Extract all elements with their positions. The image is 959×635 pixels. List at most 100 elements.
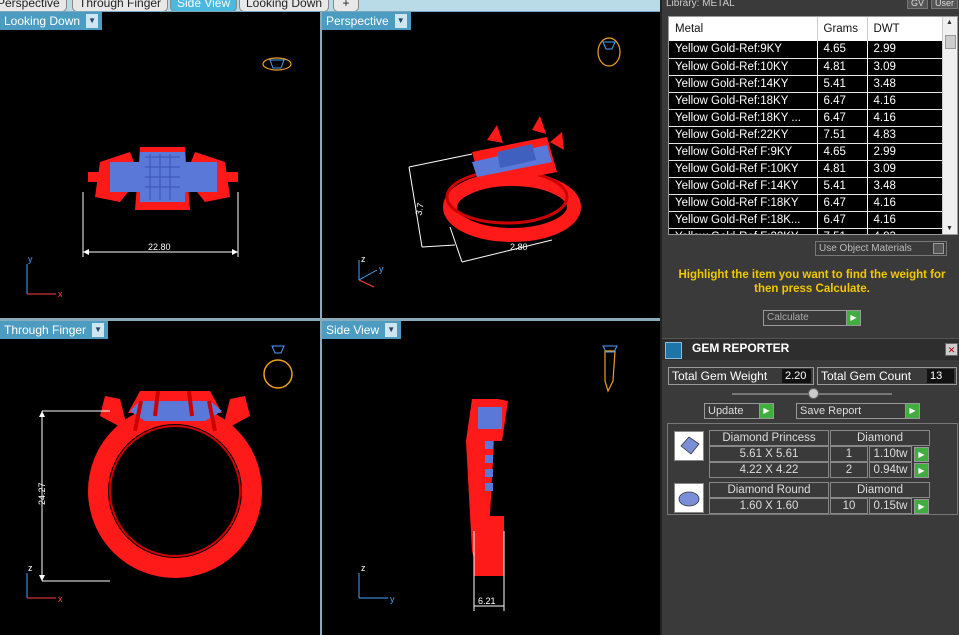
round-gem-icon — [674, 483, 704, 513]
table-row[interactable]: Yellow Gold-Ref:22KY 7.51 4.83 — [669, 126, 944, 144]
use-object-materials-checkbox[interactable]: Use Object Materials — [815, 241, 947, 256]
user-button[interactable]: User — [930, 0, 958, 9]
slider-knob[interactable] — [808, 388, 819, 399]
scroll-up-icon[interactable]: ▲ — [946, 19, 953, 26]
viewport-label-side-view[interactable]: Side View ▼ — [322, 321, 402, 339]
play-arrow-icon[interactable]: ▶ — [914, 463, 929, 478]
table-row[interactable]: Yellow Gold-Ref:10KY 4.81 3.09 — [669, 58, 944, 76]
princess-gem-icon — [674, 431, 704, 461]
total-gem-weight-value: 2.20 — [782, 369, 811, 383]
viewport-grid: 22.80 y x Looking Down ▼ 3.7 2.80 z y Pe… — [0, 12, 660, 635]
gem-size-cell: 1.60 X 1.60 — [709, 498, 829, 514]
viewport-perspective[interactable]: 3.7 2.80 z y Perspective ▼ — [322, 12, 660, 318]
column-header-metal[interactable]: Metal — [669, 17, 818, 41]
cell-metal: Yellow Gold-Ref F:10KY — [669, 160, 818, 178]
column-header-dwt[interactable]: DWT — [867, 17, 944, 41]
cell-dwt: 4.16 — [867, 92, 944, 110]
scroll-down-icon[interactable]: ▼ — [946, 225, 953, 232]
through-finger-scene: 24.27 z x — [26, 345, 293, 604]
cell-grams: 7.51 — [817, 228, 868, 234]
viewport-label-text: Looking Down — [4, 14, 81, 28]
cell-dwt: 4.16 — [867, 211, 944, 229]
play-arrow-icon[interactable]: ▶ — [905, 404, 919, 418]
axis-x-label: x — [58, 289, 63, 299]
save-report-button[interactable]: Save Report ▶ — [796, 403, 920, 419]
table-scrollbar[interactable]: ▲ ▼ — [942, 17, 957, 234]
close-icon[interactable]: ✕ — [945, 343, 958, 356]
cell-metal: Yellow Gold-Ref:22KY — [669, 126, 818, 144]
calculate-button[interactable]: Calculate ▶ — [763, 310, 861, 326]
table-row[interactable]: Yellow Gold-Ref:18KY 6.47 4.16 — [669, 92, 944, 110]
tab-side-view[interactable]: Side View — [170, 0, 238, 11]
cell-grams: 6.47 — [817, 92, 868, 110]
update-button[interactable]: Update ▶ — [704, 403, 774, 419]
viewport-label-perspective[interactable]: Perspective ▼ — [322, 12, 411, 30]
cell-grams: 4.81 — [817, 58, 868, 76]
cell-metal: Yellow Gold-Ref:18KY ... — [669, 109, 818, 127]
library-header: Library: METAL GV User — [666, 0, 958, 11]
total-gem-count-value: 13 — [927, 369, 954, 383]
axis-y-label: y — [28, 254, 33, 264]
table-row[interactable]: Yellow Gold-Ref F:18KY 6.47 4.16 — [669, 194, 944, 212]
cell-metal: Yellow Gold-Ref F:18KY — [669, 194, 818, 212]
tab-looking-down[interactable]: Looking Down — [239, 0, 330, 11]
view-cube-icon[interactable] — [602, 345, 618, 393]
table-row[interactable]: Yellow Gold-Ref:9KY 4.65 2.99 — [669, 41, 944, 59]
gv-button[interactable]: GV — [906, 0, 928, 9]
chevron-down-icon[interactable]: ▼ — [385, 323, 398, 337]
ring-side-view — [466, 399, 508, 576]
view-cube-icon[interactable] — [597, 37, 621, 67]
chevron-down-icon[interactable]: ▼ — [86, 14, 99, 28]
table-row[interactable]: Yellow Gold-Ref:14KY 5.41 3.48 — [669, 75, 944, 93]
view-cube-icon[interactable] — [263, 345, 293, 389]
ring-top-view — [88, 147, 238, 210]
cell-grams: 6.47 — [817, 109, 868, 127]
play-arrow-icon[interactable]: ▶ — [914, 499, 929, 514]
dimension-label: 24.27 — [37, 482, 47, 505]
cell-grams: 5.41 — [817, 177, 868, 195]
axis-y-label: y — [379, 264, 384, 274]
tab-perspective[interactable]: Perspective — [0, 0, 67, 11]
viewport-label-text: Perspective — [326, 14, 389, 28]
dimension-label-height: 3.7 — [414, 202, 426, 216]
table-row[interactable]: Yellow Gold-Ref F:9KY 4.65 2.99 — [669, 143, 944, 161]
cell-grams: 4.65 — [817, 143, 868, 161]
table-row[interactable]: Yellow Gold-Ref:18KY ... 6.47 4.16 — [669, 109, 944, 127]
right-panel: Library: METAL GV User Metal Grams DWT Y… — [660, 0, 959, 635]
chevron-down-icon[interactable]: ▼ — [394, 14, 407, 28]
total-gem-weight-label: Total Gem Weight — [672, 369, 768, 383]
gem-reporter-title: GEM REPORTER — [692, 341, 790, 355]
play-arrow-icon[interactable]: ▶ — [914, 447, 929, 462]
play-arrow-icon[interactable]: ▶ — [846, 311, 860, 325]
viewport-through-finger[interactable]: 24.27 z x Through Finger ▼ — [0, 321, 320, 635]
cell-dwt: 2.99 — [867, 143, 944, 161]
table-row[interactable]: Yellow Gold-Ref F:22KY7.514.83 — [669, 228, 944, 234]
viewport-label-through-finger[interactable]: Through Finger ▼ — [0, 321, 109, 339]
cell-dwt: 2.99 — [867, 41, 944, 59]
calculate-label: Calculate — [767, 312, 809, 323]
cell-grams: 4.81 — [817, 160, 868, 178]
gem-table: Diamond Princess Diamond 5.61 X 5.61 1 1… — [667, 423, 958, 515]
cell-grams: 7.51 — [817, 126, 868, 144]
gem-material-cell: Diamond — [830, 482, 930, 498]
add-tab-button[interactable]: + — [333, 0, 359, 11]
gem-size-cell: 5.61 X 5.61 — [709, 446, 829, 462]
viewport-label-looking-down[interactable]: Looking Down ▼ — [0, 12, 103, 30]
checkbox-icon[interactable] — [933, 243, 944, 254]
dimension-label-width: 2.80 — [510, 242, 528, 252]
play-arrow-icon[interactable]: ▶ — [759, 404, 773, 418]
cell-metal: Yellow Gold-Ref F:9KY — [669, 143, 818, 161]
tab-through-finger[interactable]: Through Finger — [72, 0, 169, 11]
cell-grams: 6.47 — [817, 211, 868, 229]
gem-slider[interactable] — [732, 388, 892, 399]
chevron-down-icon[interactable]: ▼ — [92, 323, 105, 337]
viewport-side-view[interactable]: 6.21 z y Side View ▼ — [322, 321, 660, 635]
table-row[interactable]: Yellow Gold-Ref F:10KY 4.81 3.09 — [669, 160, 944, 178]
column-header-grams[interactable]: Grams — [817, 17, 868, 41]
table-row[interactable]: Yellow Gold-Ref F:14KY 5.41 3.48 — [669, 177, 944, 195]
viewport-looking-down[interactable]: 22.80 y x Looking Down ▼ — [0, 12, 320, 318]
scroll-thumb[interactable] — [945, 35, 956, 49]
gem-count-cell: 10 — [830, 498, 868, 514]
table-row[interactable]: Yellow Gold-Ref F:18K... 6.47 4.16 — [669, 211, 944, 229]
view-cube-icon[interactable] — [262, 57, 292, 71]
